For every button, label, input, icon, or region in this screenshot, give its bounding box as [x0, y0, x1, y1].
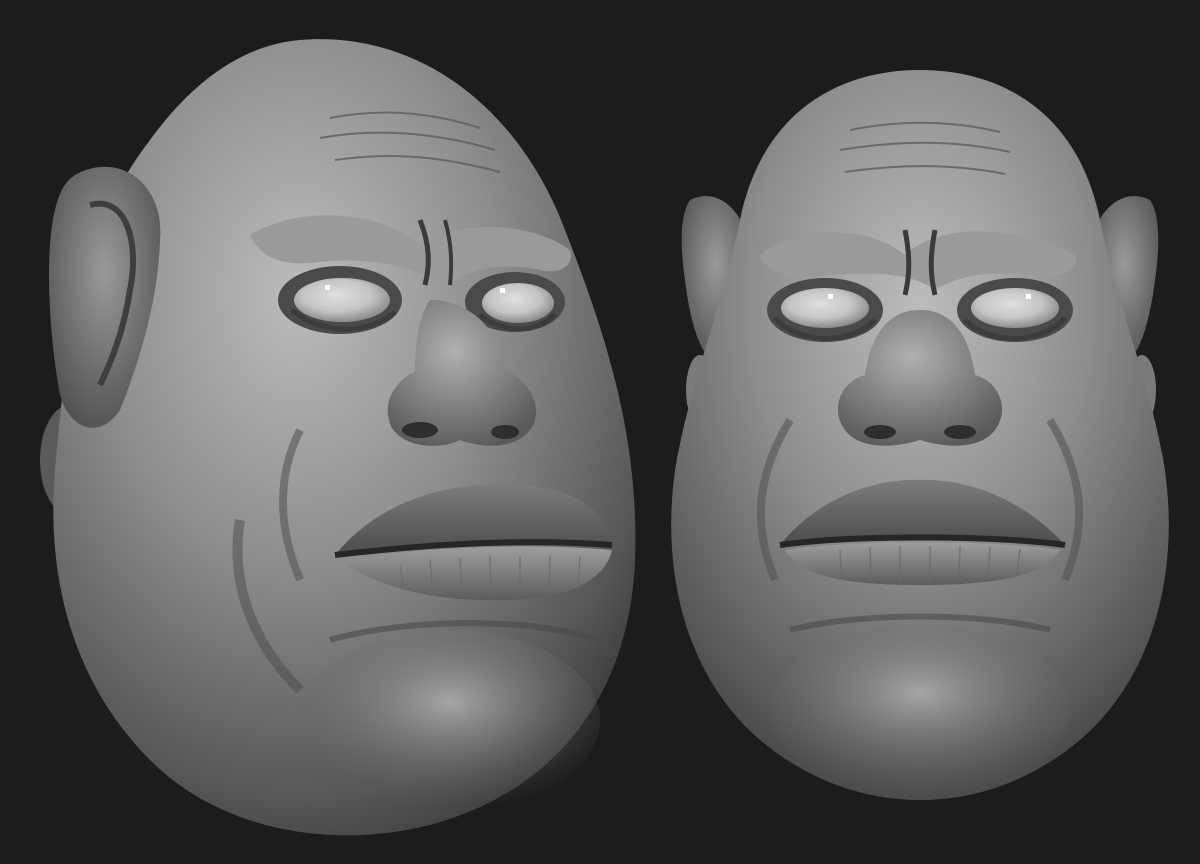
eyeball-left [294, 278, 390, 322]
nostril [402, 422, 438, 438]
nostril [491, 425, 519, 439]
eyeball-left [781, 288, 869, 328]
eye-highlight [828, 294, 833, 299]
chin [300, 630, 600, 810]
eye-highlight [1026, 294, 1031, 299]
eye-highlight [325, 285, 330, 290]
front-view-head [671, 70, 1169, 800]
eye-highlight [500, 288, 505, 293]
nostril [944, 425, 976, 439]
chin [770, 625, 1070, 795]
nostril [864, 425, 896, 439]
eyeball-right [482, 283, 554, 323]
eyeball-right [971, 288, 1059, 328]
three-quarter-view-head [40, 39, 636, 836]
sculpt-render-canvas [40, 39, 1169, 836]
